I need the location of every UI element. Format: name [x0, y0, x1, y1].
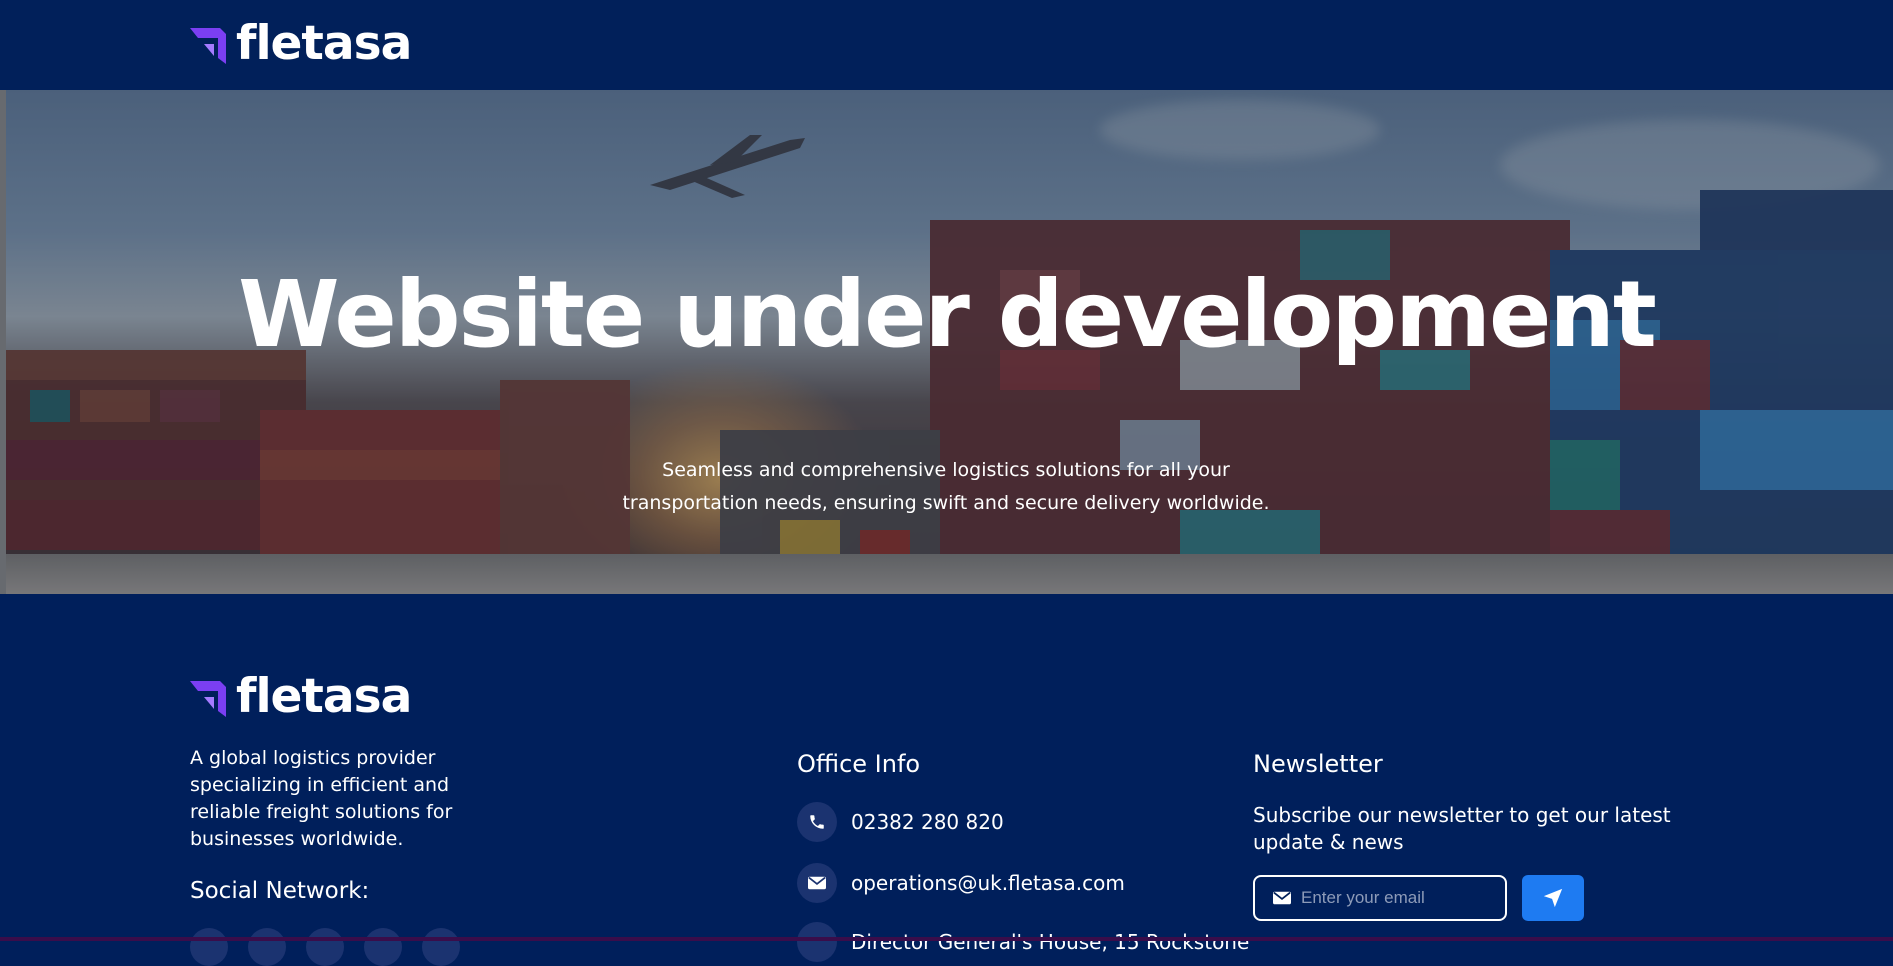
location-icon	[797, 922, 837, 962]
top-navbar: fletasa	[0, 0, 1893, 90]
mail-icon	[797, 863, 837, 903]
office-email[interactable]: operations@uk.fletasa.com	[797, 863, 1125, 903]
mail-icon	[1273, 891, 1291, 905]
social-icon[interactable]	[306, 928, 344, 966]
brand-logo[interactable]: fletasa	[190, 16, 412, 71]
hero-banner: Website under development Seamless and c…	[0, 90, 1893, 594]
address-text: Director General's House, 15 Rockstone	[851, 930, 1250, 954]
phone-icon	[797, 802, 837, 842]
social-links	[190, 928, 460, 966]
footer-logo[interactable]: fletasa	[190, 669, 412, 724]
newsletter-text: Subscribe our newsletter to get our late…	[1253, 803, 1671, 854]
newsletter-submit-button[interactable]	[1522, 875, 1584, 921]
office-info-title: Office Info	[797, 750, 921, 778]
email-address: operations@uk.fletasa.com	[851, 871, 1125, 895]
brand-name: fletasa	[236, 16, 412, 71]
social-icon[interactable]	[364, 928, 402, 966]
social-network-title: Social Network:	[190, 878, 370, 904]
newsletter-email-input[interactable]	[1299, 887, 1503, 909]
office-phone[interactable]: 02382 280 820	[797, 802, 1004, 842]
logo-mark-icon	[190, 27, 226, 64]
brand-name: fletasa	[236, 669, 412, 724]
newsletter-title: Newsletter	[1253, 750, 1383, 778]
footer-about-text: A global logistics provider specializing…	[190, 747, 453, 850]
newsletter-email-field[interactable]	[1253, 875, 1507, 921]
social-icon[interactable]	[190, 928, 228, 966]
logo-mark-icon	[190, 680, 226, 717]
social-icon[interactable]	[248, 928, 286, 966]
hero-title: Website under development	[238, 261, 1657, 368]
phone-number: 02382 280 820	[851, 810, 1004, 834]
social-icon[interactable]	[422, 928, 460, 966]
office-address: Director General's House, 15 Rockstone	[797, 922, 1249, 962]
hero-subtitle: Seamless and comprehensive logistics sol…	[622, 459, 1270, 514]
send-icon	[1543, 888, 1563, 908]
